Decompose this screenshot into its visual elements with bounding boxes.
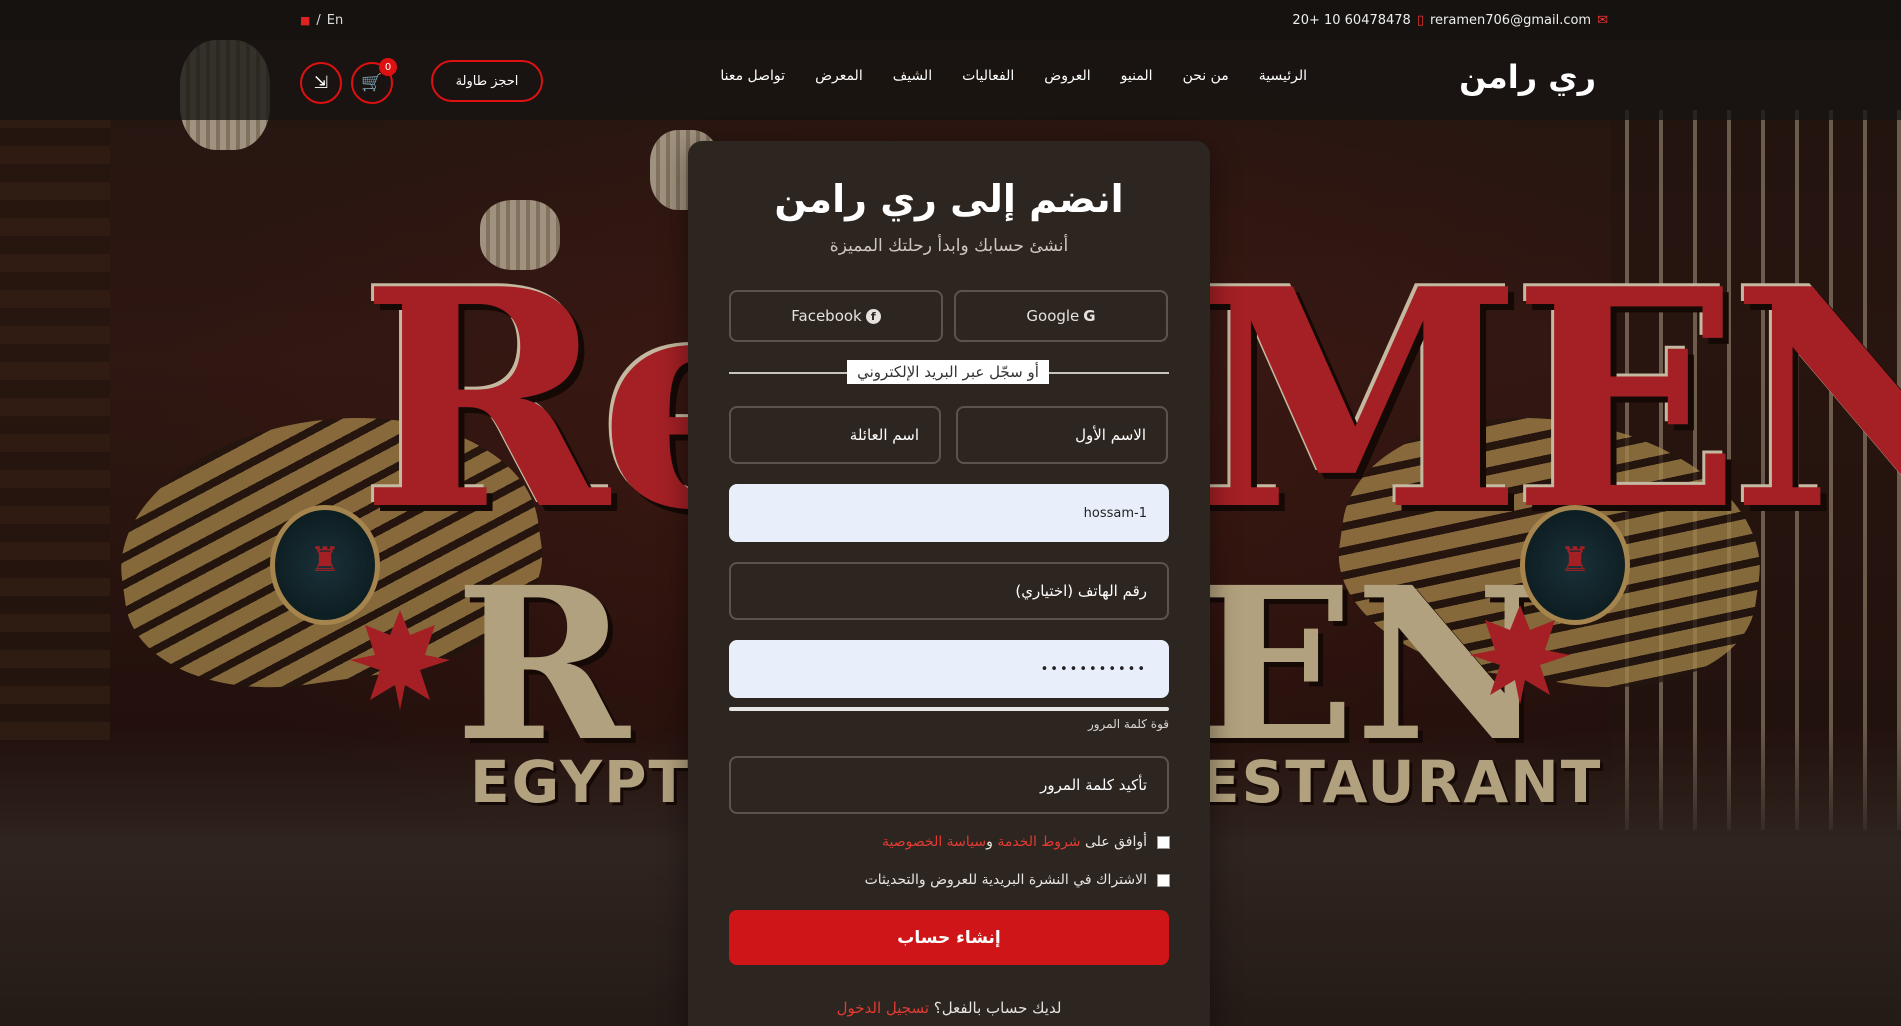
create-account-button[interactable]: إنشاء حساب [729, 910, 1169, 965]
google-signup-button[interactable]: Google G [954, 290, 1168, 342]
email-text[interactable]: reramen706@gmail.com [1430, 13, 1591, 28]
newsletter-label: الاشتراك في النشرة البريدية للعروض والتح… [864, 872, 1147, 888]
lang-label[interactable]: En [327, 13, 343, 28]
language-switcher[interactable]: ■ / En [300, 13, 343, 28]
terms-prefix: أوافق على [1080, 834, 1147, 850]
top-bar: ■ / En 20+ 10 60478478 ▯ reramen706@gmai… [0, 0, 1901, 40]
confirm-password-field[interactable]: تأكيد كلمة المرور [729, 756, 1169, 814]
page-subtitle: أنشئ حسابك وابدأ رحلتك المميزة [829, 236, 1069, 256]
main-nav: ري رامن الرئيسية من نحن المنيو العروض ال… [0, 40, 1901, 120]
nav-item-chef[interactable]: الشيف [893, 68, 932, 84]
cart-button[interactable]: 🛒 0 [351, 58, 397, 104]
page-title: انضم إلى ري رامن [774, 177, 1124, 221]
nav-item-menu[interactable]: المنيو [1121, 68, 1153, 84]
privacy-link[interactable]: سياسة الخصوصية [882, 834, 986, 850]
login-prompt: لديك حساب بالفعل؟ تسجيل الدخول [688, 999, 1210, 1017]
login-button[interactable]: ⇲ [300, 62, 342, 104]
flag-icon: ■ [300, 13, 311, 27]
have-account-text: لديك حساب بالفعل؟ [933, 999, 1062, 1017]
google-icon: G [1083, 307, 1096, 325]
lang-separator: / [316, 12, 321, 28]
facebook-icon: f [865, 308, 881, 324]
password-field[interactable]: ••••••••••• [729, 640, 1169, 698]
login-link[interactable]: تسجيل الدخول [837, 999, 934, 1017]
nav-item-events[interactable]: الفعاليات [962, 68, 1014, 84]
nav-menu: الرئيسية من نحن المنيو العروض الفعاليات … [720, 68, 1307, 84]
contact-info: 20+ 10 60478478 ▯ reramen706@gmail.com ✉ [1292, 13, 1608, 28]
divider-label: أو سجّل عبر البريد الإلكتروني [847, 360, 1049, 384]
password-strength-label: قوة كلمة المرور [1087, 717, 1169, 731]
terms-checkbox[interactable] [1157, 835, 1170, 849]
terms-row: أوافق على شروط الخدمة وسياسة الخصوصية [882, 834, 1170, 850]
newsletter-row: الاشتراك في النشرة البريدية للعروض والتح… [865, 872, 1170, 888]
nav-item-contact[interactable]: تواصل معنا [720, 68, 785, 84]
phone-field[interactable]: رقم الهاتف (اختياري) [729, 562, 1169, 620]
cart-icon: 🛒 [361, 73, 383, 93]
google-label: Google [1026, 307, 1080, 325]
login-icon: ⇲ [313, 73, 329, 93]
terms-link[interactable]: شروط الخدمة [997, 834, 1080, 850]
nav-item-offers[interactable]: العروض [1044, 68, 1090, 84]
terms-text: أوافق على شروط الخدمة وسياسة الخصوصية [882, 834, 1147, 850]
signup-card: انضم إلى ري رامن أنشئ حسابك وابدأ رحلتك … [688, 141, 1210, 1026]
phone-text[interactable]: 20+ 10 60478478 [1292, 13, 1410, 28]
newsletter-checkbox[interactable] [1157, 873, 1170, 887]
last-name-field[interactable]: اسم العائلة [729, 406, 941, 464]
phone-icon: ▯ [1416, 12, 1424, 28]
email-field[interactable]: hossam-1 [729, 484, 1169, 542]
nav-item-gallery[interactable]: المعرض [815, 68, 863, 84]
reserve-table-button[interactable]: احجز طاولة [431, 60, 543, 102]
password-strength-bar [729, 707, 1169, 711]
nav-item-home[interactable]: الرئيسية [1259, 68, 1307, 84]
facebook-signup-button[interactable]: Facebook f [729, 290, 943, 342]
facebook-label: Facebook [791, 307, 862, 325]
first-name-field[interactable]: الاسم الأول [956, 406, 1168, 464]
terms-and: و [986, 834, 998, 850]
nav-item-about[interactable]: من نحن [1183, 68, 1229, 84]
brand-logo[interactable]: ري رامن [1459, 58, 1596, 96]
mail-icon: ✉ [1597, 12, 1608, 28]
cart-count-badge: 0 [379, 58, 397, 76]
